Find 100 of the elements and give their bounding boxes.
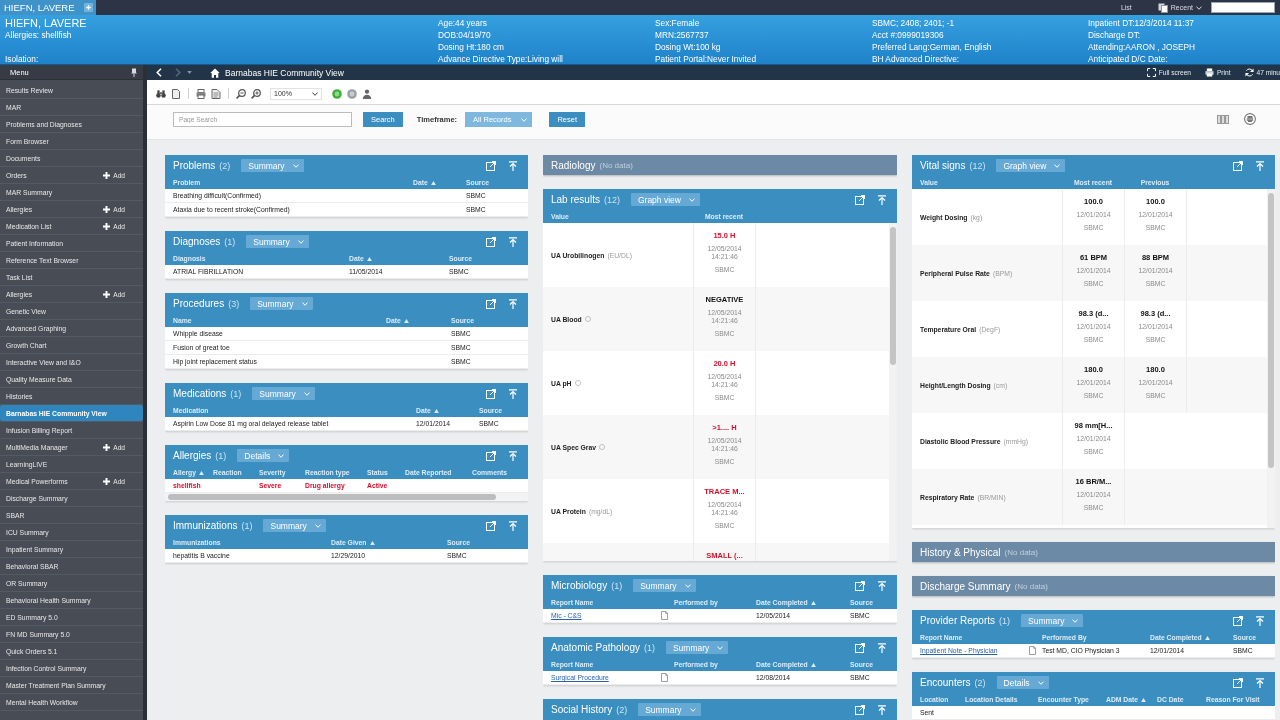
zoom-in-icon[interactable] [251,88,261,99]
collapse-icon[interactable] [877,642,887,653]
collapse-icon[interactable] [508,388,518,399]
popout-icon[interactable] [855,580,865,591]
popout-icon[interactable] [1233,677,1243,688]
person-icon[interactable] [362,88,372,99]
printer-icon[interactable] [196,88,206,99]
panel-title: Problems [173,160,216,171]
patient-detail: DOB:04/19/70 [438,30,492,40]
popout-icon[interactable] [486,450,496,461]
caret-icon [684,583,691,588]
binoculars-icon[interactable] [156,88,166,99]
caret-icon [301,301,308,306]
popout-icon[interactable] [855,194,865,205]
section-title: History & Physical [920,546,1001,558]
section-bar[interactable]: Radiology (No data) [543,155,897,175]
patient-search-field[interactable] [1211,2,1275,13]
patient-name: HIEFN, LAVERE [5,17,88,29]
popout-icon[interactable] [486,236,496,247]
document-icon[interactable] [1029,646,1036,655]
patient-detail: Patient Portal:Never Invited [655,54,757,64]
printer-icon[interactable] [1244,113,1256,125]
zoom-out-icon[interactable] [236,88,246,99]
ring-icon[interactable] [574,380,581,386]
caret-icon [1072,618,1079,623]
popout-icon[interactable] [486,520,496,531]
item-count: (1) [643,642,655,653]
caret-icon [292,163,299,168]
popout-icon[interactable] [486,388,496,399]
collapse-icon[interactable] [877,704,887,715]
plus-icon [103,477,111,485]
collapse-icon[interactable] [508,236,518,247]
collapse-icon[interactable] [877,580,887,591]
item-count: (1) [611,580,623,591]
panel-title: Immunizations [173,520,238,531]
scrollbar[interactable] [1267,189,1275,528]
panel-title: Encounters [920,677,971,688]
allergy-info: Allergies: shellfish [5,30,73,40]
popout-icon[interactable] [486,298,496,309]
panel-title: Procedures [173,298,225,309]
patient-detail: Age:44 years [438,18,488,28]
item-count: (1) [215,450,227,461]
patient-detail: Preferred Lang:German, English [872,42,993,52]
scrollbar[interactable] [165,493,528,501]
popout-icon[interactable] [1233,615,1243,626]
popout-icon[interactable] [855,704,865,715]
scrollbar[interactable] [889,223,897,561]
print-preview-icon[interactable] [211,88,221,99]
collapse-icon[interactable] [877,194,887,205]
panel-title: Allergies [173,450,212,461]
columns-icon[interactable] [1217,115,1229,124]
sort-icon [1204,635,1210,640]
collapse-icon[interactable] [1255,677,1265,688]
caret-icon [688,197,695,202]
home-icon[interactable] [210,67,220,78]
sort-icon [433,408,439,413]
collapse-icon[interactable] [508,450,518,461]
fullscreen-icon [1146,68,1156,77]
documents-icon [1157,2,1168,13]
patient-tab[interactable]: HIEFN, LAVERE [0,0,96,15]
pin-icon[interactable] [131,67,137,77]
collapse-icon[interactable] [508,520,518,531]
sort-icon [366,256,372,261]
section-bar[interactable]: Discharge Summary (No data) [912,576,1275,596]
no-data-note: (No data) [599,160,633,170]
popout-icon[interactable] [1233,160,1243,171]
caret-icon [297,239,304,244]
caret-icon[interactable] [187,71,192,74]
circle-icon[interactable] [332,88,342,99]
sort-icon [810,662,816,667]
item-count: (2) [974,677,986,688]
page-icon[interactable] [171,88,181,99]
round-icon[interactable] [347,88,357,99]
no-data-note: (No data) [1014,581,1048,591]
popout-icon[interactable] [486,160,496,171]
item-count: (1) [230,388,242,399]
patient-detail: Inpatient DT:12/3/2014 11:37 [1088,18,1195,28]
item-count: (2) [219,160,231,171]
panel-title: Lab results [551,194,600,205]
collapse-icon[interactable] [1255,615,1265,626]
back-icon[interactable] [156,68,162,77]
plus-icon [103,171,111,179]
patient-detail: Sex:Female [655,18,701,28]
collapse-icon[interactable] [508,298,518,309]
patient-detail: Discharge DT: [1088,30,1142,40]
plus-icon[interactable] [83,3,93,12]
patient-detail: Advance Directive Type:Living will [438,54,564,64]
ring-icon[interactable] [599,444,606,450]
item-count: (1) [224,236,236,247]
collapse-icon[interactable] [508,160,518,171]
patient-detail: Attending:AARON , JOSEPH [1088,42,1196,52]
item-count: (12) [969,160,986,171]
isolation-info: Isolation: [5,54,40,64]
popout-icon[interactable] [855,642,865,653]
section-bar[interactable]: History & Physical (No data) [912,542,1275,562]
panel-title: Medications [173,388,227,399]
document-icon[interactable] [661,673,668,682]
collapse-icon[interactable] [1255,160,1265,171]
ring-icon[interactable] [584,316,591,322]
document-icon[interactable] [661,611,668,620]
